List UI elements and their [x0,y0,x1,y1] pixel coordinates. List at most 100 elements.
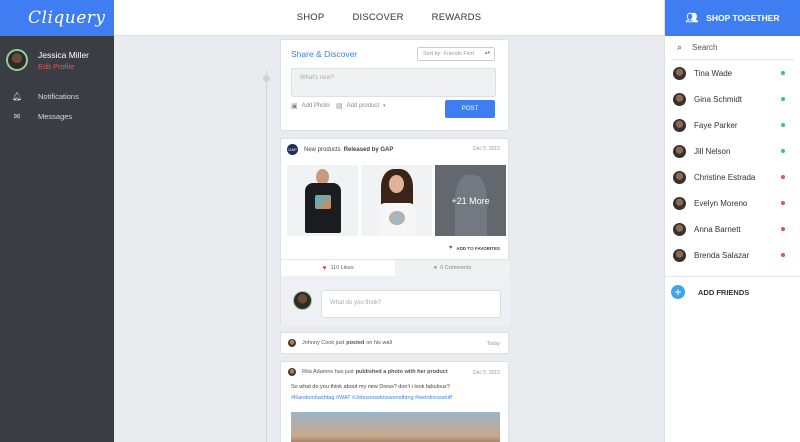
product-tile[interactable] [287,165,358,236]
top-image [379,203,415,236]
likes-count: 110 Likes [330,265,354,271]
gap-logo[interactable]: GAP [287,144,298,155]
avatar[interactable] [288,339,296,347]
user-profile[interactable]: Jessica Miller Edit Profile [0,36,114,76]
status-dot [781,201,785,205]
status-dot [781,175,785,179]
product-tile-more[interactable]: +21 More [435,165,506,236]
brand-name: Cliquery [28,8,106,28]
friend-name: Anna Barnett [694,224,741,234]
user-name: Jessica Miller [38,49,90,60]
share-card: Share & Discover Sort by: Friends First ▴… [280,39,509,131]
post-hashtags[interactable]: #Randomhashtag #WAT #Johnsnowknowsnothin… [291,395,452,401]
author-name[interactable]: Johnny Cook [302,340,334,346]
post-date: Dec 5, 2015 [473,146,500,152]
shirt-print [315,195,331,209]
status-dot [781,123,785,127]
add-product-button[interactable]: ▤ Add product ▾ [336,102,386,110]
comment-input[interactable]: What do you think? [321,290,501,318]
avatar [673,222,686,236]
comments-count: 0 Comments [440,265,472,271]
friend-item[interactable]: Evelyn Moreno [665,190,800,216]
friend-item[interactable]: Faye Parker [665,112,800,138]
avatar [673,196,686,210]
friend-name: Tina Wade [694,68,733,78]
friend-list: Tina Wade Gina Schmidt Faye Parker Jill Nel… [665,60,800,268]
add-to-favorites-button[interactable]: ♥ ADD TO FAVORITES [449,245,500,251]
friend-item[interactable]: Gina Schmidt [665,86,800,112]
friends-panel: 👥︎ SHOP TOGETHER ⌕ Search Tina Wade Gina … [664,0,800,442]
activity-mid: just [335,340,345,346]
add-friends-label: ADD FRIENDS [698,287,750,297]
nav-notifications[interactable]: 🔔︎ Notifications [0,86,114,106]
reaction-bar: ♥ 110 Likes ● 0 Comments [281,259,510,276]
sort-arrows-icon: ▴▾ [484,50,490,56]
model-face [389,175,404,193]
activity-verb: posted [346,340,365,346]
friend-item[interactable]: Anna Barnett [665,216,800,242]
share-title: Share & Discover [291,49,358,59]
product-tile[interactable] [361,165,432,236]
nav-label: Messages [38,111,73,121]
activity-mid: has just [334,369,354,375]
search-input[interactable]: ⌕ Search [671,36,794,60]
plus-icon: + [671,285,685,299]
comment-icon: ● [433,265,438,271]
post-button[interactable]: POST [445,100,495,118]
post-date: Today [486,341,500,347]
avatar [673,118,686,132]
heart-icon: ♥ [322,264,327,272]
sort-select[interactable]: Sort by: Friends First ▴▾ [417,47,495,61]
author-name[interactable]: Rita Adamns [302,369,333,375]
avatar [673,248,686,262]
sort-value: Sort by: Friends First [423,51,475,57]
activity-verb: published a photo with her product [355,369,448,375]
search-placeholder: Search [692,43,718,52]
friend-item[interactable]: Jill Nelson [665,138,800,164]
add-photo-label: Add Photo [301,103,330,109]
tab-shop[interactable]: SHOP [297,12,325,23]
nav-messages[interactable]: ✉︎ Messages [0,106,114,126]
avatar [673,170,686,184]
tab-rewards[interactable]: REWARDS [432,12,482,23]
post-suffix[interactable]: Released by GAP [344,147,394,153]
friend-name: Faye Parker [694,120,738,130]
caret-down-icon: ▾ [382,103,386,109]
tab-discover[interactable]: DISCOVER [352,12,403,23]
friend-name: Gina Schmidt [694,94,743,104]
top-print [389,211,405,225]
post-prefix: New products [304,146,341,153]
left-nav: 🔔︎ Notifications ✉︎ Messages [0,86,114,126]
avatar[interactable] [288,368,296,376]
post-input[interactable]: What's new? [291,68,496,97]
add-friends-button[interactable]: + ADD FRIENDS [665,276,800,299]
brand-logo[interactable]: Cliquery [0,0,114,36]
likes-button[interactable]: ♥ 110 Likes [281,260,395,276]
post-message: So what do you think about my new Dress?… [291,384,450,390]
activity-line: Rita Adamns has just published a photo w… [288,368,450,376]
comment-area: What do you think? [281,276,510,326]
nav-label: Notifications [38,91,79,101]
avatar[interactable] [6,49,28,71]
friend-item[interactable]: Christine Estrada [665,164,800,190]
add-photo-button[interactable]: ▣ Add Photo [291,102,330,110]
activity-post-card: Johnny Cook just posted on his wall Toda… [280,332,509,354]
friend-item[interactable]: Brenda Salazar [665,242,800,268]
post-photo[interactable] [291,412,500,442]
status-dot [781,227,785,231]
shop-together-button[interactable]: 👥︎ SHOP TOGETHER [665,0,800,36]
envelope-icon: ✉︎ [13,111,21,121]
heart-icon: ♥ [448,245,453,251]
image-icon: ▣ [291,103,298,110]
post-header: GAP New products Released by GAP [287,144,393,155]
avatar [673,92,686,106]
comment-placeholder: What do you think? [330,300,382,306]
friend-item[interactable]: Tina Wade [665,60,800,86]
post-label: POST [461,106,479,112]
post-placeholder: What's new? [300,75,335,81]
avatar [673,144,686,158]
activity-line: Johnny Cook just posted on his wall [288,339,392,347]
edit-profile-link[interactable]: Edit Profile [38,62,89,71]
comments-button[interactable]: ● 0 Comments [395,260,510,276]
status-dot [781,253,785,257]
